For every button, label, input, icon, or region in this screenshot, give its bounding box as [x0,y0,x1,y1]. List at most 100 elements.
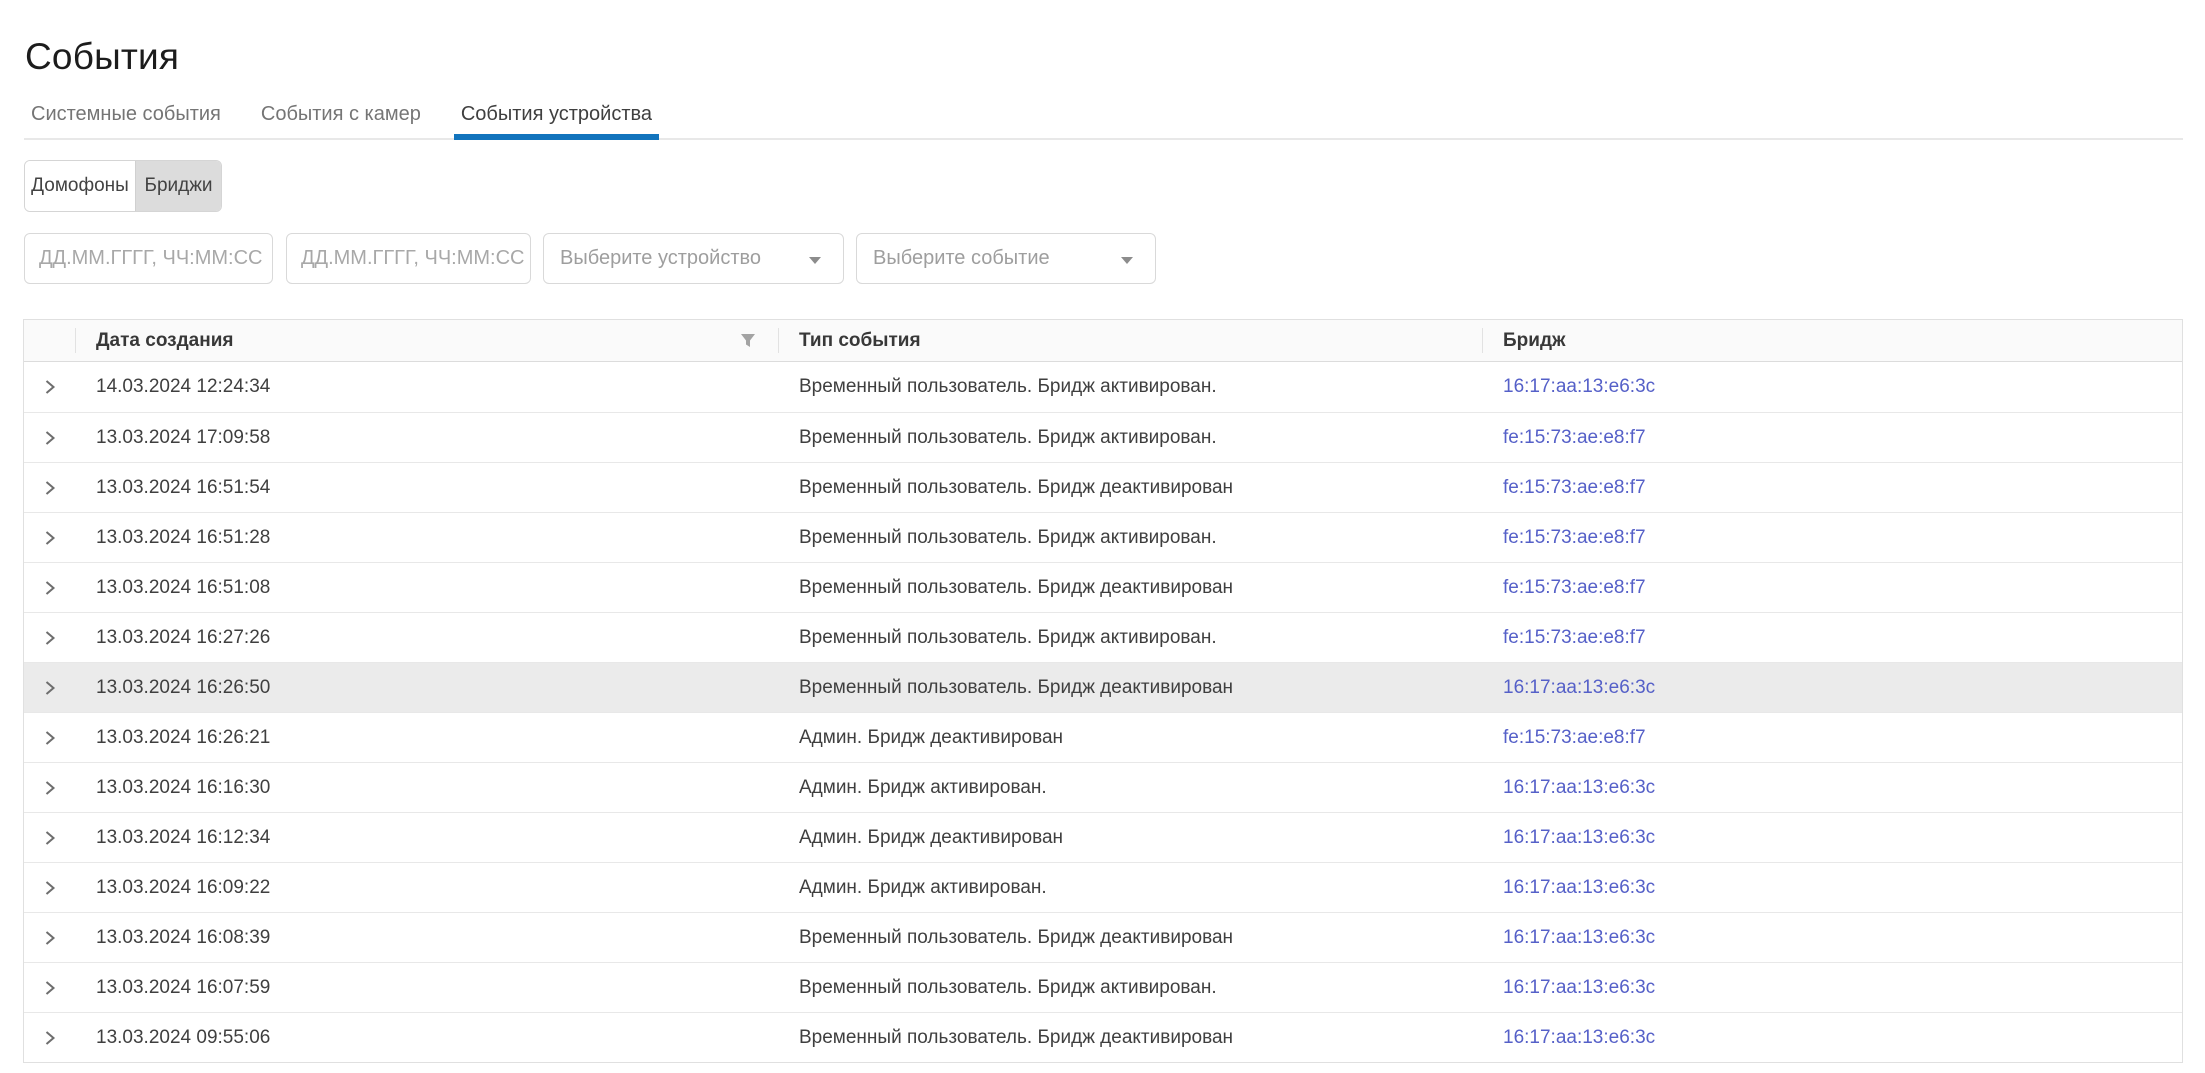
chevron-right-icon[interactable] [42,379,57,395]
bridge-link[interactable]: 16:17:aa:13:e6:3c [1503,677,1655,698]
event-date: 13.03.2024 09:55:06 [75,1027,778,1049]
table-row[interactable]: 13.03.2024 16:08:39 Временный пользовате… [24,912,2182,962]
event-type: Временный пользователь. Бридж активирова… [778,527,1482,549]
table-row[interactable]: 13.03.2024 16:51:54 Временный пользовате… [24,462,2182,512]
event-select[interactable]: Выберите событие [856,233,1156,284]
bridge-link[interactable]: 16:17:aa:13:e6:3c [1503,376,1655,397]
date-to-input[interactable] [286,233,531,284]
table-row[interactable]: 13.03.2024 17:09:58 Временный пользовате… [24,412,2182,462]
event-date: 13.03.2024 16:26:21 [75,727,778,749]
table-body: 14.03.2024 12:24:34 Временный пользовате… [24,362,2182,1062]
event-type: Временный пользователь. Бридж деактивиро… [778,1027,1482,1049]
event-type: Временный пользователь. Бридж деактивиро… [778,477,1482,499]
event-type: Временный пользователь. Бридж деактивиро… [778,577,1482,599]
chevron-right-icon[interactable] [42,480,57,496]
chevron-right-icon[interactable] [42,930,57,946]
tab-camera-events[interactable]: События с камер [254,103,428,140]
toggle-intercoms-button[interactable]: Домофоны [25,161,135,211]
date-from-input[interactable] [24,233,273,284]
bridge-link[interactable]: 16:17:aa:13:e6:3c [1503,927,1655,948]
tabs: Системные события События с камер Событи… [24,103,2183,140]
chevron-right-icon[interactable] [42,830,57,846]
type-column-label: Тип события [799,330,921,352]
event-date: 13.03.2024 16:12:34 [75,827,778,849]
events-table: Дата создания Тип события Бридж 14.03.20… [23,319,2183,1063]
event-type: Временный пользователь. Бридж активирова… [778,977,1482,999]
table-row[interactable]: 13.03.2024 16:16:30 Админ. Бридж активир… [24,762,2182,812]
bridge-link[interactable]: fe:15:73:ae:e8:f7 [1503,427,1646,448]
event-date: 13.03.2024 16:09:22 [75,877,778,899]
event-type: Админ. Бридж активирован. [778,777,1482,799]
bridge-link[interactable]: fe:15:73:ae:e8:f7 [1503,577,1646,598]
event-type: Админ. Бридж деактивирован [778,827,1482,849]
bridge-link[interactable]: fe:15:73:ae:e8:f7 [1503,627,1646,648]
column-divider [75,328,76,353]
table-row[interactable]: 13.03.2024 16:07:59 Временный пользовате… [24,962,2182,1012]
column-divider [1482,328,1483,353]
tab-device-events[interactable]: События устройства [454,103,659,140]
event-date: 13.03.2024 16:51:28 [75,527,778,549]
event-date: 13.03.2024 17:09:58 [75,427,778,449]
event-date: 13.03.2024 16:26:50 [75,677,778,699]
caret-down-icon [1121,257,1133,264]
event-type: Админ. Бридж деактивирован [778,727,1482,749]
table-row[interactable]: 13.03.2024 09:55:06 Временный пользовате… [24,1012,2182,1062]
expand-column-header [24,320,75,361]
type-column-header: Тип события [778,320,1482,361]
device-select[interactable]: Выберите устройство [543,233,844,284]
table-row[interactable]: 13.03.2024 16:26:50 Временный пользовате… [24,662,2182,712]
bridge-link[interactable]: fe:15:73:ae:e8:f7 [1503,527,1646,548]
caret-down-icon [809,257,821,264]
table-row[interactable]: 13.03.2024 16:51:08 Временный пользовате… [24,562,2182,612]
chevron-right-icon[interactable] [42,780,57,796]
table-row[interactable]: 14.03.2024 12:24:34 Временный пользовате… [24,362,2182,412]
table-row[interactable]: 13.03.2024 16:09:22 Админ. Бридж активир… [24,862,2182,912]
event-type: Временный пользователь. Бридж деактивиро… [778,677,1482,699]
event-type: Админ. Бридж активирован. [778,877,1482,899]
event-date: 13.03.2024 16:07:59 [75,977,778,999]
chevron-right-icon[interactable] [42,730,57,746]
table-row[interactable]: 13.03.2024 16:26:21 Админ. Бридж деактив… [24,712,2182,762]
event-type: Временный пользователь. Бридж деактивиро… [778,927,1482,949]
device-type-toggle: Домофоны Бриджи [24,160,222,212]
filter-funnel-icon[interactable] [740,333,756,348]
event-type: Временный пользователь. Бридж активирова… [778,376,1482,398]
bridge-link[interactable]: 16:17:aa:13:e6:3c [1503,1027,1655,1048]
event-type: Временный пользователь. Бридж активирова… [778,627,1482,649]
toggle-bridges-button[interactable]: Бриджи [135,161,221,211]
chevron-right-icon[interactable] [42,580,57,596]
filters-bar: Выберите устройство Выберите событие [0,233,2205,284]
chevron-right-icon[interactable] [42,880,57,896]
event-date: 13.03.2024 16:51:08 [75,577,778,599]
device-select-placeholder: Выберите устройство [560,247,761,270]
bridge-column-label: Бридж [1503,330,1565,352]
chevron-right-icon[interactable] [42,980,57,996]
bridge-link[interactable]: fe:15:73:ae:e8:f7 [1503,727,1646,748]
bridge-link[interactable]: fe:15:73:ae:e8:f7 [1503,477,1646,498]
table-row[interactable]: 13.03.2024 16:51:28 Временный пользовате… [24,512,2182,562]
table-row[interactable]: 13.03.2024 16:27:26 Временный пользовате… [24,612,2182,662]
date-column-label: Дата создания [96,330,234,352]
column-divider [778,328,779,353]
chevron-right-icon[interactable] [42,430,57,446]
bridge-link[interactable]: 16:17:aa:13:e6:3c [1503,977,1655,998]
bridge-link[interactable]: 16:17:aa:13:e6:3c [1503,827,1655,848]
event-date: 13.03.2024 16:51:54 [75,477,778,499]
chevron-right-icon[interactable] [42,630,57,646]
table-header: Дата создания Тип события Бридж [24,320,2182,362]
table-row[interactable]: 13.03.2024 16:12:34 Админ. Бридж деактив… [24,812,2182,862]
date-column-header: Дата создания [75,320,778,361]
event-date: 14.03.2024 12:24:34 [75,376,778,398]
event-select-placeholder: Выберите событие [873,247,1050,270]
chevron-right-icon[interactable] [42,1030,57,1046]
bridge-link[interactable]: 16:17:aa:13:e6:3c [1503,777,1655,798]
chevron-right-icon[interactable] [42,530,57,546]
event-date: 13.03.2024 16:08:39 [75,927,778,949]
event-type: Временный пользователь. Бридж активирова… [778,427,1482,449]
event-date: 13.03.2024 16:16:30 [75,777,778,799]
bridge-link[interactable]: 16:17:aa:13:e6:3c [1503,877,1655,898]
bridge-column-header: Бридж [1482,320,2182,361]
chevron-right-icon[interactable] [42,680,57,696]
page-title: События [25,36,179,78]
tab-system-events[interactable]: Системные события [24,103,228,140]
